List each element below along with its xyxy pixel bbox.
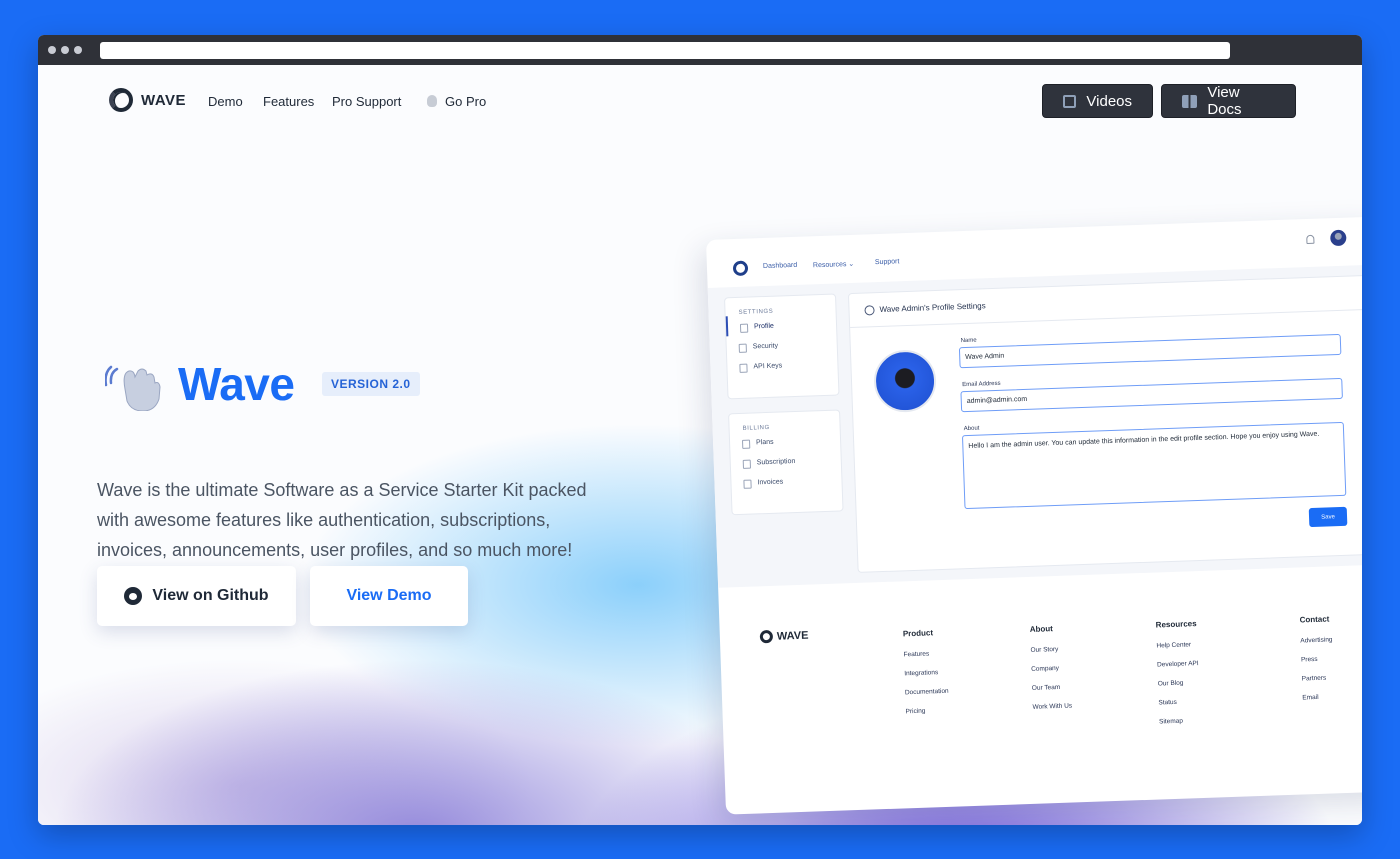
app-preview-screenshot: Dashboard Resources ⌄ Support SETTINGS P… — [706, 216, 1362, 815]
preview-billing-menu: BILLING Plans Subscription Invoices — [728, 409, 844, 516]
version-badge: VERSION 2.0 — [322, 372, 420, 396]
hand-icon — [427, 95, 437, 107]
preview-menu-invoices: Invoices — [731, 468, 842, 492]
nav-link-features[interactable]: Features — [263, 94, 314, 109]
waving-hand-icon — [105, 365, 161, 411]
preview-footer-logo-icon — [759, 629, 774, 644]
bell-icon — [1306, 234, 1315, 245]
preview-settings-menu: SETTINGS Profile Security API Keys — [724, 293, 840, 400]
preview-body: SETTINGS Profile Security API Keys BILLI… — [707, 264, 1362, 588]
address-bar[interactable] — [100, 42, 1230, 59]
footer-heading: Product — [902, 628, 934, 639]
brand-logo[interactable]: WAVE — [109, 88, 186, 112]
preview-profile-photo — [872, 349, 938, 414]
preview-about-field: Hello I am the admin user. You can updat… — [961, 421, 1347, 510]
footer-link: Press — [1300, 655, 1318, 664]
footer-link: Our Team — [1031, 683, 1061, 692]
preview-footer-logo: WAVE — [759, 629, 809, 644]
preview-profile-panel: Wave Admin's Profile Settings Name Wave … — [847, 274, 1362, 573]
videos-button-label: Videos — [1086, 92, 1132, 110]
nav-link-pro-support[interactable]: Pro Support — [332, 94, 401, 109]
footer-link: Help Center — [1156, 641, 1192, 650]
footer-link: Our Story — [1030, 645, 1059, 654]
view-docs-button-label: View Docs — [1207, 84, 1242, 118]
preview-footer-brand: WAVE — [776, 629, 809, 643]
browser-window: WAVE Demo Features Pro Support Go Pro Vi… — [38, 35, 1362, 825]
preview-save-button: Save — [1308, 506, 1348, 528]
footer-heading: About — [1029, 624, 1054, 634]
window-dot-close[interactable] — [48, 46, 56, 54]
hero-title: Wave — [178, 358, 295, 410]
preview-footer-col-resources: Resources Help Center Developer API Our … — [1156, 617, 1270, 738]
footer-heading: Resources — [1155, 619, 1197, 630]
footer-link: Advertising — [1300, 636, 1333, 645]
view-on-github-button[interactable]: View on Github — [97, 566, 296, 626]
preview-email-label: Email Address — [962, 380, 1001, 389]
preview-about-label: About — [963, 425, 980, 433]
footer-link: Integrations — [904, 669, 939, 678]
nav-link-demo[interactable]: Demo — [208, 94, 243, 109]
footer-link: Email — [1302, 693, 1319, 702]
preview-name-label: Name — [960, 337, 977, 345]
landing-page: WAVE Demo Features Pro Support Go Pro Vi… — [38, 65, 1362, 825]
preview-name-field: Wave Admin — [958, 333, 1342, 369]
footer-heading: Contact — [1299, 614, 1330, 625]
footer-link: Developer API — [1156, 660, 1199, 669]
demo-button-label: View Demo — [346, 587, 432, 604]
browser-chrome — [38, 35, 1362, 65]
footer-link: Features — [903, 650, 930, 659]
preview-footer-col-product: Product Features Integrations Documentat… — [903, 626, 1016, 728]
hero-description: Wave is the ultimate Software as a Servi… — [97, 480, 587, 560]
nav-link-go-pro[interactable]: Go Pro — [427, 94, 486, 109]
view-docs-button[interactable]: View Docs — [1161, 84, 1296, 118]
footer-link: Pricing — [905, 707, 926, 716]
footer-link: Work With Us — [1032, 702, 1073, 711]
preview-avatar — [1330, 229, 1347, 247]
videos-button[interactable]: Videos — [1042, 84, 1153, 118]
footer-link: Status — [1158, 698, 1177, 707]
preview-logo-icon — [732, 260, 749, 277]
preview-menu-api-keys: API Keys — [727, 352, 838, 376]
preview-nav-resources: Resources ⌄ — [812, 260, 855, 270]
window-dot-minimize[interactable] — [61, 46, 69, 54]
book-icon — [1182, 94, 1198, 108]
preview-footer-col-contact: Contact Advertising Press Partners Email — [1299, 612, 1362, 714]
footer-link: Sitemap — [1158, 717, 1184, 726]
view-demo-button[interactable]: View Demo — [310, 566, 468, 626]
github-button-label: View on Github — [152, 587, 269, 604]
footer-link: Our Blog — [1157, 679, 1184, 688]
nav-link-go-pro-label: Go Pro — [445, 94, 487, 109]
footer-link: Partners — [1301, 674, 1327, 683]
footer-link: Documentation — [904, 687, 949, 697]
github-icon — [124, 587, 143, 605]
preview-email-field: admin@admin.com — [960, 377, 1343, 413]
preview-panel-title: Wave Admin's Profile Settings — [848, 275, 1362, 329]
window-dot-maximize[interactable] — [74, 46, 82, 54]
footer-link: Company — [1031, 664, 1060, 673]
preview-footer-col-about: About Our Story Company Our Team Work Wi… — [1030, 621, 1143, 723]
brand-name: WAVE — [141, 91, 187, 109]
preview-nav-support: Support — [874, 258, 900, 267]
preview-nav-dashboard: Dashboard — [762, 261, 798, 271]
wave-logo-icon — [109, 88, 133, 112]
film-icon — [1063, 94, 1077, 108]
